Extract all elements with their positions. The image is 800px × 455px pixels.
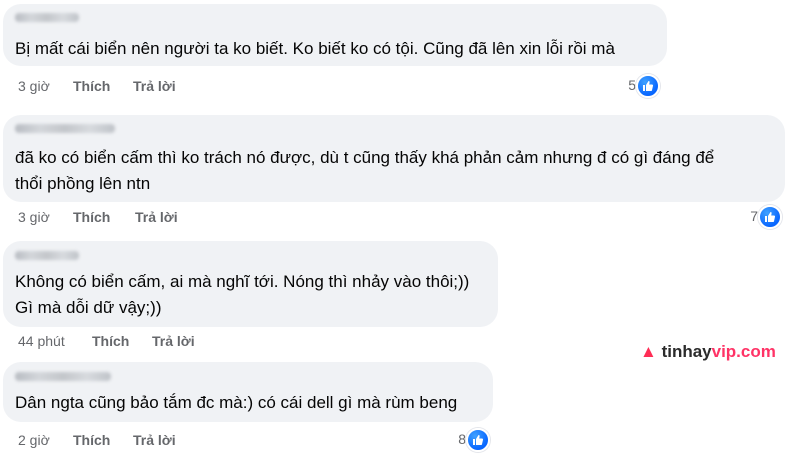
watermark-logo: ▲ tinhayvip.com	[640, 342, 776, 361]
commenter-name[interactable]	[15, 372, 111, 381]
reaction-summary[interactable]: 8	[428, 428, 490, 452]
like-button[interactable]: Thích	[73, 432, 110, 448]
like-button[interactable]: Thích	[73, 78, 110, 94]
reaction-count: 7	[750, 208, 758, 224]
flame-icon: ▲	[640, 342, 657, 361]
commenter-name[interactable]	[15, 251, 79, 260]
like-button[interactable]: Thích	[92, 333, 129, 349]
reply-button[interactable]: Trả lời	[152, 333, 195, 349]
comment-text: Không có biển cấm, ai mà nghĩ tới. Nóng …	[15, 272, 470, 317]
comment-bubble: đã ko có biển cấm thì ko trách nó được, …	[3, 115, 785, 202]
thumbs-up-icon	[758, 205, 782, 229]
comment-time[interactable]: 3 giờ	[18, 78, 50, 94]
thumbs-up-icon	[466, 428, 490, 452]
comment-bubble: Bị mất cái biển nên người ta ko biết. Ko…	[3, 4, 667, 66]
reply-button[interactable]: Trả lời	[135, 209, 178, 225]
reaction-count: 5	[628, 77, 636, 93]
comment-time[interactable]: 2 giờ	[18, 432, 50, 448]
comment-bubble: Dân ngta cũng bảo tắm đc mà:) có cái del…	[3, 362, 493, 422]
thumbs-up-icon	[636, 74, 660, 98]
comment-bubble: Không có biển cấm, ai mà nghĩ tới. Nóng …	[3, 241, 498, 327]
reaction-count: 8	[458, 431, 466, 447]
comment-time[interactable]: 3 giờ	[18, 209, 50, 225]
reply-button[interactable]: Trả lời	[133, 432, 176, 448]
commenter-name[interactable]	[15, 124, 115, 133]
commenter-name[interactable]	[15, 13, 79, 22]
comment-text: đã ko có biển cấm thì ko trách nó được, …	[15, 148, 715, 193]
reply-button[interactable]: Trả lời	[133, 78, 176, 94]
reaction-summary[interactable]: 7	[720, 205, 782, 229]
comment-time[interactable]: 44 phút	[18, 333, 65, 349]
like-button[interactable]: Thích	[73, 209, 110, 225]
comment-text: Bị mất cái biển nên người ta ko biết. Ko…	[15, 39, 615, 58]
comment-text: Dân ngta cũng bảo tắm đc mà:) có cái del…	[15, 393, 458, 412]
reaction-summary[interactable]: 5	[600, 74, 660, 98]
